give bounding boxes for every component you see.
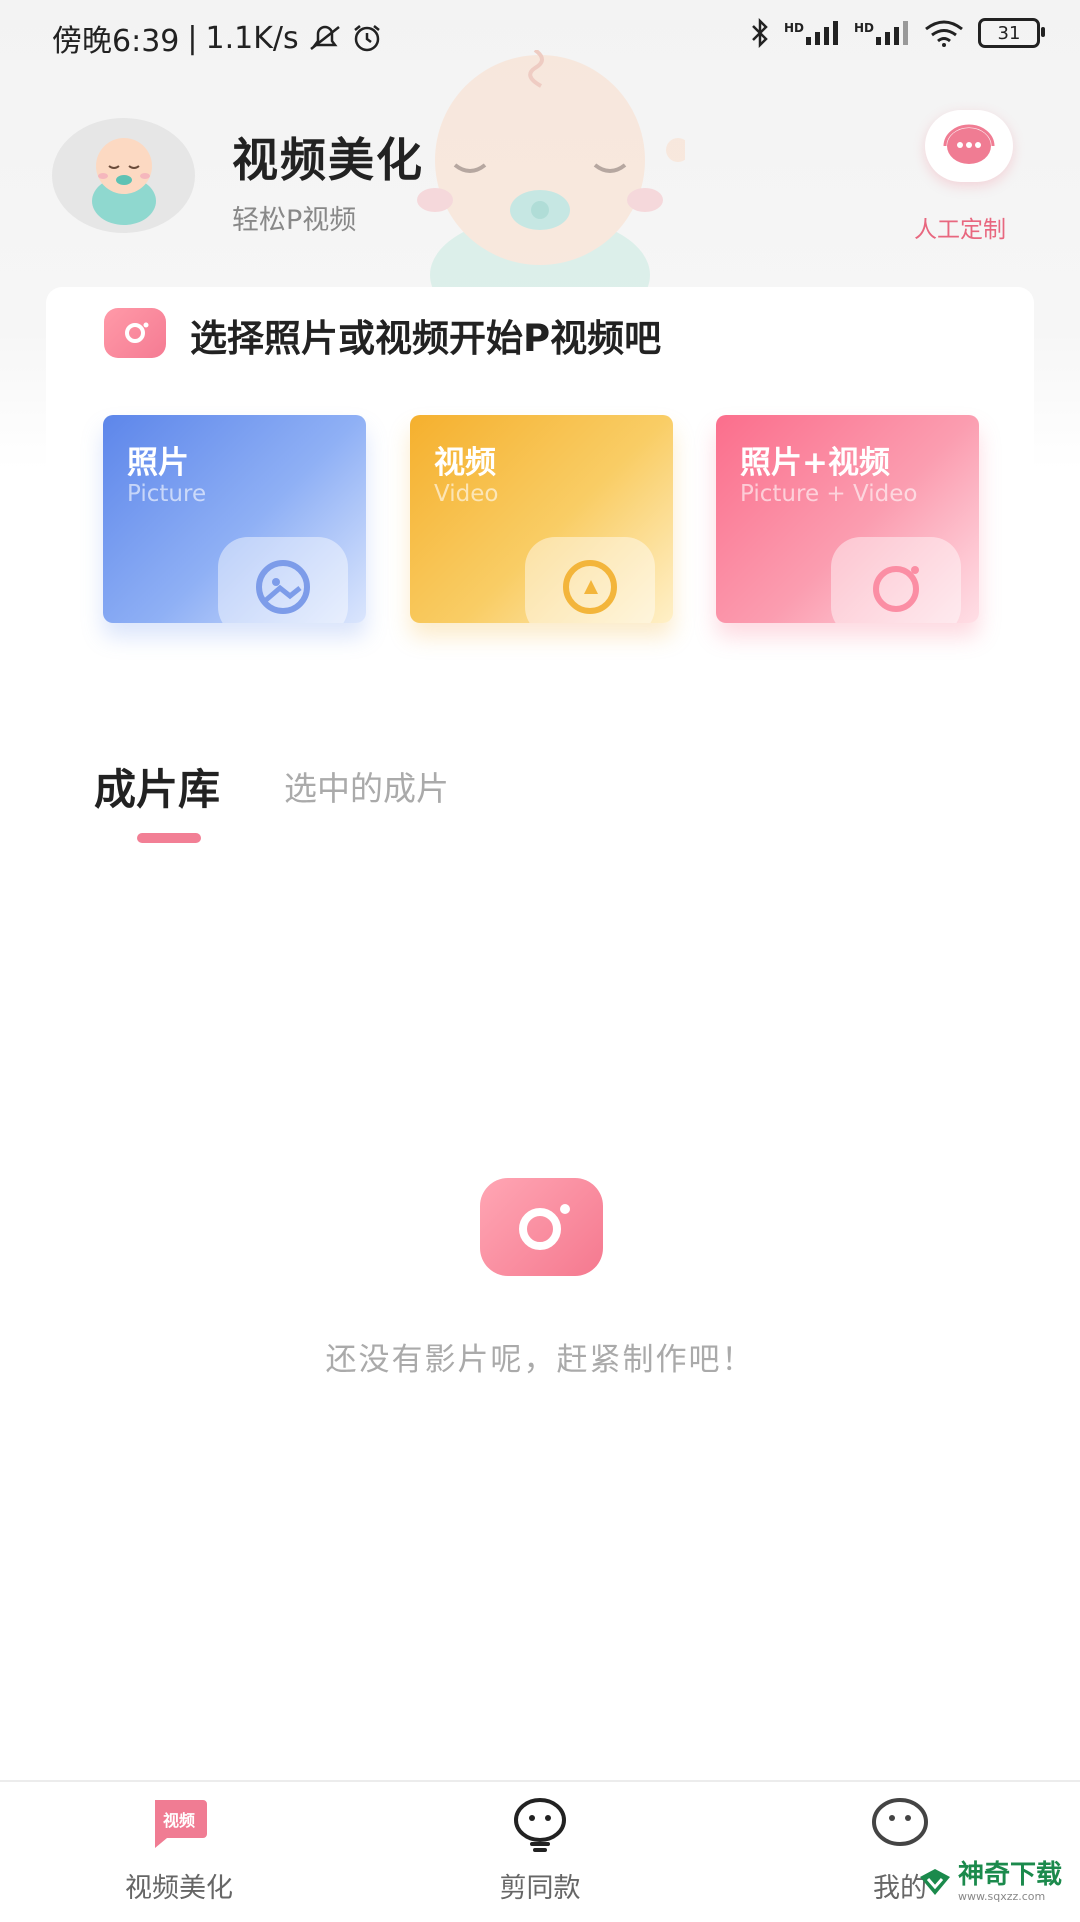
nav-video-beautify-label: 视频美化 [125, 1873, 233, 1904]
camera-icon [104, 308, 166, 358]
alarm-icon [353, 25, 380, 52]
nav-same-style[interactable]: 剪同款 [440, 1782, 640, 1922]
page-title: 视频美化 [232, 133, 424, 187]
video-card-label-en: Video [434, 481, 499, 507]
signal-1-label: HD [783, 21, 804, 35]
video-beautify-icon: 视频 [149, 1796, 209, 1852]
site-watermark: 神奇下载 www.sqxzz.com [918, 1862, 1062, 1902]
status-network-speed: 1.1K/s [205, 20, 299, 56]
status-right: HD HD 31 [750, 18, 1045, 48]
signal-bars-2-icon [876, 21, 908, 45]
customer-service-button[interactable] [925, 110, 1013, 182]
signal-1: HD [784, 21, 840, 45]
status-bar: 傍晚6:39 | 1.1K/s HD HD 31 [0, 0, 1080, 76]
bluetooth-icon [752, 18, 768, 48]
empty-camera-icon [480, 1178, 603, 1276]
tab-finished-library[interactable]: 成片库 [94, 756, 220, 817]
photo-card-label-en: Picture [127, 481, 207, 507]
tab-selected-works[interactable]: 选中的成片 [284, 762, 449, 810]
photo-video-card-label-en: Picture + Video [740, 481, 918, 507]
watermark-logo-icon [920, 1869, 950, 1895]
photo-card[interactable]: 照片 Picture [103, 415, 366, 623]
signal-2-label: HD [853, 21, 874, 35]
photo-video-card[interactable]: 照片+视频 Picture + Video [716, 415, 979, 623]
baby-avatar-icon [91, 137, 156, 225]
play-icon [525, 537, 655, 623]
photo-icon [218, 537, 348, 623]
nav-same-style-label: 剪同款 [499, 1873, 581, 1904]
photo-card-label: 照片 [127, 445, 189, 481]
avatar[interactable] [52, 118, 195, 233]
bulb-icon [510, 1796, 570, 1852]
signal-2: HD [854, 21, 910, 45]
photo-video-card-label: 照片+视频 [740, 445, 890, 481]
select-media-title: 选择照片或视频开始P视频吧 [190, 317, 662, 360]
camera-lens-icon [831, 537, 961, 623]
profile-icon [870, 1796, 930, 1852]
watermark-url: www.sqxzz.com [958, 1890, 1046, 1903]
status-time: 傍晚6:39 [52, 24, 180, 59]
watermark-text: 神奇下载 [958, 1860, 1063, 1890]
tab-indicator [137, 833, 201, 843]
headset-icon [943, 124, 995, 164]
mute-icon [309, 25, 340, 50]
status-separator: | [187, 20, 198, 56]
status-left: 傍晚6:39 | 1.1K/s [52, 16, 383, 60]
video-card-label: 视频 [434, 445, 496, 481]
nav-video-beautify[interactable]: 视频 视频美化 [79, 1782, 279, 1922]
customer-service-label[interactable]: 人工定制 [914, 210, 1006, 244]
signal-bars-1-icon [805, 21, 838, 45]
battery-indicator: 31 [978, 18, 1045, 48]
wifi-icon [925, 20, 963, 47]
empty-state-text: 还没有影片呢，赶紧制作吧！ [325, 1342, 755, 1378]
baby-illustration [417, 50, 685, 290]
video-beautify-icon-text: 视频 [163, 1811, 195, 1830]
video-card[interactable]: 视频 Video [410, 415, 673, 623]
page-subtitle: 轻松P视频 [232, 205, 357, 236]
